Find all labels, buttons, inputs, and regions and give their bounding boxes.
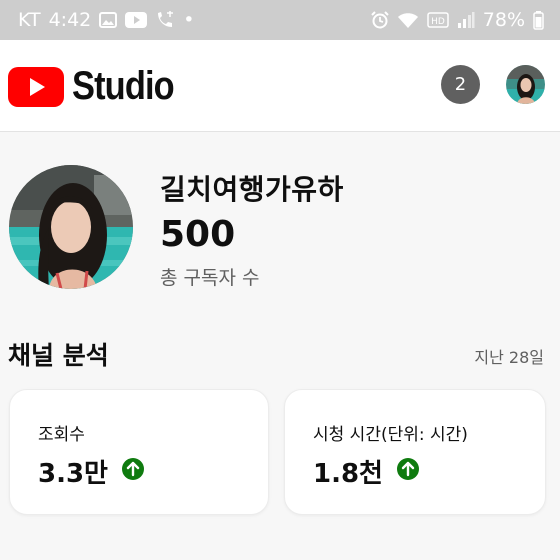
battery-percent: 78% <box>482 9 525 31</box>
subscriber-count: 500 <box>160 214 236 255</box>
views-metric: 3.3만 <box>38 453 144 490</box>
watch-time-value: 1.8천 <box>313 459 383 489</box>
svg-text:HD: HD <box>431 17 445 27</box>
app-title: Studio <box>72 64 175 108</box>
call-icon <box>155 11 175 29</box>
app-bar: Studio 2 <box>0 40 560 132</box>
arrow-up-icon <box>396 457 419 487</box>
youtube-notification-icon <box>125 12 148 28</box>
account-avatar[interactable] <box>506 65 545 104</box>
views-label: 조회수 <box>38 425 85 445</box>
status-bar-right: HD 78% <box>371 9 544 31</box>
youtube-logo-icon <box>8 66 64 107</box>
channel-avatar[interactable] <box>9 165 133 289</box>
alarm-icon <box>371 11 389 29</box>
watch-time-metric: 1.8천 <box>313 453 419 490</box>
status-bar: KT 4:42 • HD 78% <box>0 0 560 40</box>
carrier-label: KT <box>18 9 41 31</box>
battery-icon <box>533 10 544 30</box>
arrow-up-icon <box>121 457 144 487</box>
clock: 4:42 <box>48 9 92 31</box>
wifi-icon <box>397 12 419 29</box>
channel-name: 길치여행가유하 <box>160 173 344 206</box>
channel-analytics-title: 채널 분석 <box>8 341 109 370</box>
signal-icon <box>457 12 475 28</box>
watch-time-card[interactable]: 시청 시간(단위: 시간) 1.8천 <box>284 389 546 515</box>
views-card[interactable]: 조회수 3.3만 <box>9 389 269 515</box>
notifications-button[interactable]: 2 <box>441 65 480 104</box>
gallery-icon <box>99 12 118 28</box>
watch-time-label: 시청 시간(단위: 시간) <box>313 425 468 445</box>
notification-count: 2 <box>454 74 467 95</box>
views-value: 3.3만 <box>38 459 108 489</box>
notification-dot: • <box>183 9 195 31</box>
analytics-period: 지난 28일 <box>474 348 544 367</box>
youtube-studio-logo[interactable]: Studio <box>8 64 190 109</box>
status-bar-left: KT 4:42 • <box>18 9 194 31</box>
subscriber-count-label: 총 구독자 수 <box>160 267 260 289</box>
hd-voice-icon: HD <box>427 12 449 28</box>
